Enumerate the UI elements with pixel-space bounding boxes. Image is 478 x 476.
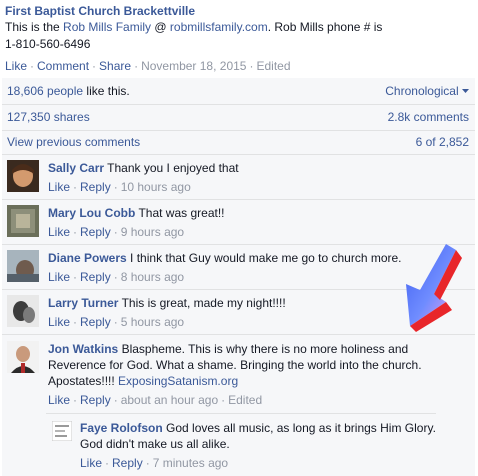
likes-suffix: like this.: [86, 84, 130, 98]
comment-author[interactable]: Diane Powers: [48, 251, 127, 265]
reply-reply-link[interactable]: Reply: [112, 456, 143, 470]
comment-author[interactable]: Mary Lou Cobb: [48, 206, 135, 220]
view-previous-link[interactable]: View previous comments: [7, 135, 140, 149]
avatar[interactable]: [52, 421, 72, 441]
comment-time[interactable]: 10 hours ago: [121, 180, 191, 194]
shares-row: 127,350 shares 2.8k comments: [2, 105, 475, 131]
comment-time[interactable]: 5 hours ago: [121, 315, 184, 329]
comment-text-line2: Reverence for God. What a shame. Bringin…: [48, 358, 422, 372]
avatar[interactable]: [7, 250, 39, 282]
reply-text: God loves all music, as long as it bring…: [166, 421, 436, 435]
shares-link[interactable]: 127,350 shares: [7, 110, 90, 124]
comment: Sally Carr Thank you I enjoyed that Like…: [2, 155, 475, 200]
post-phone: 1-810-560-6496: [5, 37, 91, 51]
post: First Baptist Church Brackettville This …: [5, 3, 473, 53]
comment-like-link[interactable]: Like: [48, 180, 70, 194]
avatar[interactable]: [7, 341, 39, 373]
post-edited[interactable]: Edited: [256, 59, 290, 73]
likes-row: 18,606 people like this. Chronological: [2, 78, 475, 105]
post-text: This is the Rob Mills Family @ robmillsf…: [5, 19, 473, 53]
comment-like-link[interactable]: Like: [48, 270, 70, 284]
comment-text: I think that Guy would make me go to chu…: [130, 251, 402, 265]
chevron-down-icon: [462, 89, 469, 94]
comment-reply-link[interactable]: Reply: [80, 270, 111, 284]
post-text-suffix: . Rob Mills phone # is: [267, 20, 383, 34]
comment-like-link[interactable]: Like: [48, 315, 70, 329]
reply-actions: Like · Reply · 7 minutes ago: [80, 456, 229, 470]
comment-time[interactable]: 8 hours ago: [121, 270, 184, 284]
comment-edited[interactable]: Edited: [228, 393, 262, 407]
comment-author[interactable]: Jon Watkins: [48, 342, 118, 356]
comment-text: Blaspheme. This is why there is no more …: [121, 342, 409, 356]
site-link[interactable]: robmillsfamily.com: [170, 20, 268, 34]
view-previous-row: View previous comments 6 of 2,852: [2, 131, 475, 155]
family-link[interactable]: Rob Mills Family: [63, 20, 151, 34]
comment-text: This is great, made my night!!!!: [121, 296, 286, 310]
avatar[interactable]: [7, 205, 39, 237]
post-date[interactable]: November 18, 2015: [141, 59, 246, 73]
comment-range: 6 of 2,852: [415, 135, 469, 149]
comment-text-line3: Apostates!!!!: [48, 374, 119, 388]
comment-like-link[interactable]: Like: [48, 225, 70, 239]
comment-reply-link[interactable]: Reply: [80, 180, 111, 194]
post-comment-link[interactable]: Comment: [37, 59, 89, 73]
comment-reply-link[interactable]: Reply: [80, 315, 111, 329]
likes-count-link[interactable]: 18,606 people: [7, 84, 83, 98]
post-share-link[interactable]: Share: [99, 59, 131, 73]
comment: Mary Lou Cobb That was great!! Like · Repl…: [2, 200, 475, 245]
reply: Faye Rolofson God loves all music, as lo…: [46, 413, 436, 476]
post-author[interactable]: First Baptist Church Brackettville: [5, 3, 473, 19]
post-actions: Like · Comment · Share · November 18, 2015 · Edi…: [5, 59, 291, 73]
comment-external-link[interactable]: ExposingSatanism.org: [118, 374, 238, 388]
arrow-annotation: [406, 244, 462, 332]
comment-actions: Like · Reply · about an hour ago · Edited: [48, 393, 263, 407]
comment-author[interactable]: Sally Carr: [48, 161, 104, 175]
avatar[interactable]: [7, 295, 39, 327]
avatar[interactable]: [7, 160, 39, 192]
comment-actions: Like · Reply · 10 hours ago: [48, 180, 191, 194]
comment-reply-link[interactable]: Reply: [80, 225, 111, 239]
post-text-prefix: This is the: [5, 20, 64, 34]
reply-text-line2: God didn't make us all alike.: [80, 437, 230, 451]
post-text-at: @: [151, 20, 170, 34]
comment-actions: Like · Reply · 9 hours ago: [48, 225, 185, 239]
comment-time[interactable]: about an hour ago: [121, 393, 218, 407]
comment-like-link[interactable]: Like: [48, 393, 70, 407]
comment-time[interactable]: 9 hours ago: [121, 225, 184, 239]
comment-author[interactable]: Larry Turner: [48, 296, 118, 310]
comment-text: Thank you I enjoyed that: [107, 161, 239, 175]
sort-dropdown[interactable]: Chronological: [385, 84, 469, 98]
post-like-link[interactable]: Like: [5, 59, 27, 73]
comment-reply-link[interactable]: Reply: [80, 393, 111, 407]
reply-time[interactable]: 7 minutes ago: [153, 456, 228, 470]
comments-total: 2.8k comments: [387, 110, 469, 124]
comment-text: That was great!!: [138, 206, 225, 220]
reply-author[interactable]: Faye Rolofson: [80, 421, 163, 435]
sort-label: Chronological: [385, 84, 459, 98]
reply-like-link[interactable]: Like: [80, 456, 102, 470]
